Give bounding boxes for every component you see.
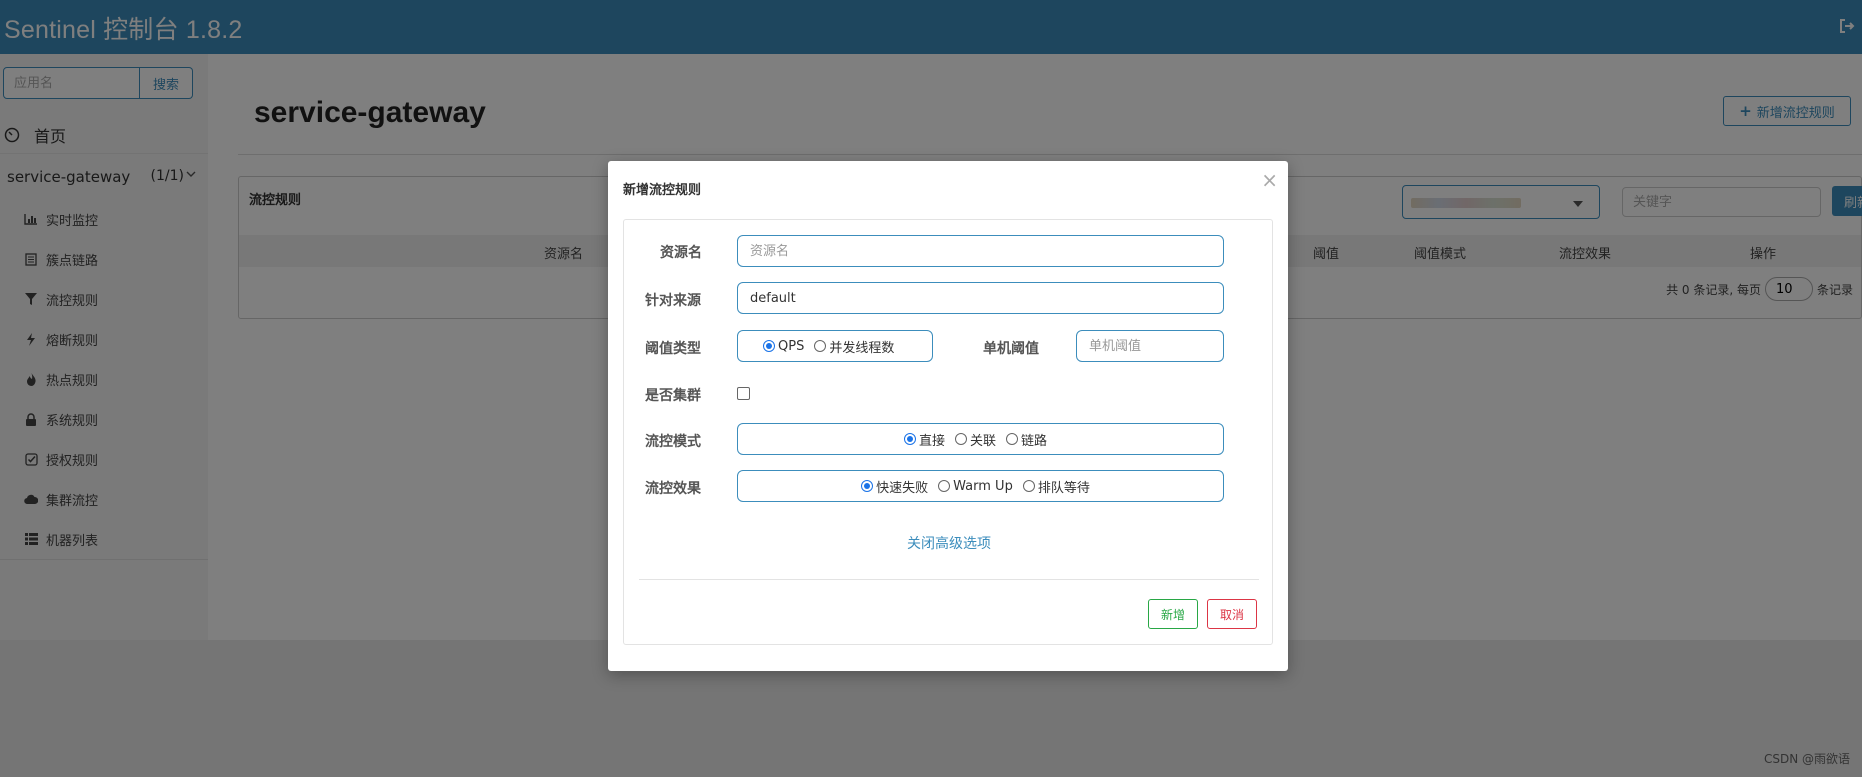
radio-warm-up[interactable]: Warm Up [938, 479, 1013, 494]
radio-qps[interactable]: QPS [763, 339, 804, 354]
control-mode-group: 直接 关联 链路 [737, 423, 1224, 455]
single-threshold-label: 单机阈值 [983, 341, 1039, 357]
radio-label: 并发线程数 [829, 340, 895, 356]
control-effect-group: 快速失败 Warm Up 排队等待 [737, 470, 1224, 502]
cancel-button[interactable]: 取消 [1207, 599, 1257, 629]
radio-label: Warm Up [953, 478, 1013, 494]
single-threshold-input[interactable] [1076, 330, 1224, 362]
close-advanced-options-link[interactable]: 关闭高级选项 [624, 533, 1274, 553]
threshold-type-group: QPS 并发线程数 [737, 330, 933, 362]
control-effect-label: 流控效果 [645, 481, 701, 497]
radio-dot [938, 480, 951, 492]
add-button[interactable]: 新增 [1148, 599, 1198, 629]
radio-thread-count[interactable]: 并发线程数 [814, 337, 894, 356]
radio-dot-checked [861, 480, 874, 492]
radio-direct[interactable]: 直接 [903, 430, 945, 449]
dialog-form: 资源名 针对来源 阈值类型 QPS 并发线程数 单机阈值 是否集群 流控模式 [623, 219, 1273, 645]
control-mode-label: 流控模式 [645, 434, 701, 450]
add-flow-rule-dialog: 新增流控规则 × 资源名 针对来源 阈值类型 QPS 并发线程数 单机阈值 是否… [608, 161, 1288, 671]
origin-input[interactable] [737, 282, 1224, 314]
resource-label: 资源名 [660, 245, 702, 261]
radio-dot [1022, 480, 1035, 492]
radio-label: 排队等待 [1037, 480, 1090, 496]
radio-dot [1006, 433, 1018, 445]
radio-relate[interactable]: 关联 [954, 430, 996, 449]
radio-label: QPS [778, 338, 805, 354]
radio-dot-checked [763, 340, 775, 352]
cluster-checkbox[interactable] [737, 387, 750, 400]
radio-chain[interactable]: 链路 [1006, 430, 1047, 449]
threshold-type-label: 阈值类型 [645, 341, 701, 357]
radio-label: 链路 [1021, 433, 1048, 449]
radio-dot-checked [903, 433, 916, 445]
origin-label: 针对来源 [645, 293, 701, 309]
cluster-label: 是否集群 [645, 388, 701, 404]
form-divider [639, 579, 1259, 580]
close-icon[interactable]: × [1261, 168, 1278, 192]
radio-fast-fail[interactable]: 快速失败 [861, 477, 928, 496]
radio-dot [954, 433, 967, 445]
radio-label: 直接 [918, 433, 945, 449]
radio-queue[interactable]: 排队等待 [1022, 477, 1090, 496]
radio-dot [814, 340, 827, 352]
resource-input[interactable] [737, 235, 1224, 267]
radio-label: 快速失败 [876, 480, 929, 496]
dialog-title: 新增流控规则 [623, 183, 702, 198]
radio-label: 关联 [969, 433, 996, 449]
